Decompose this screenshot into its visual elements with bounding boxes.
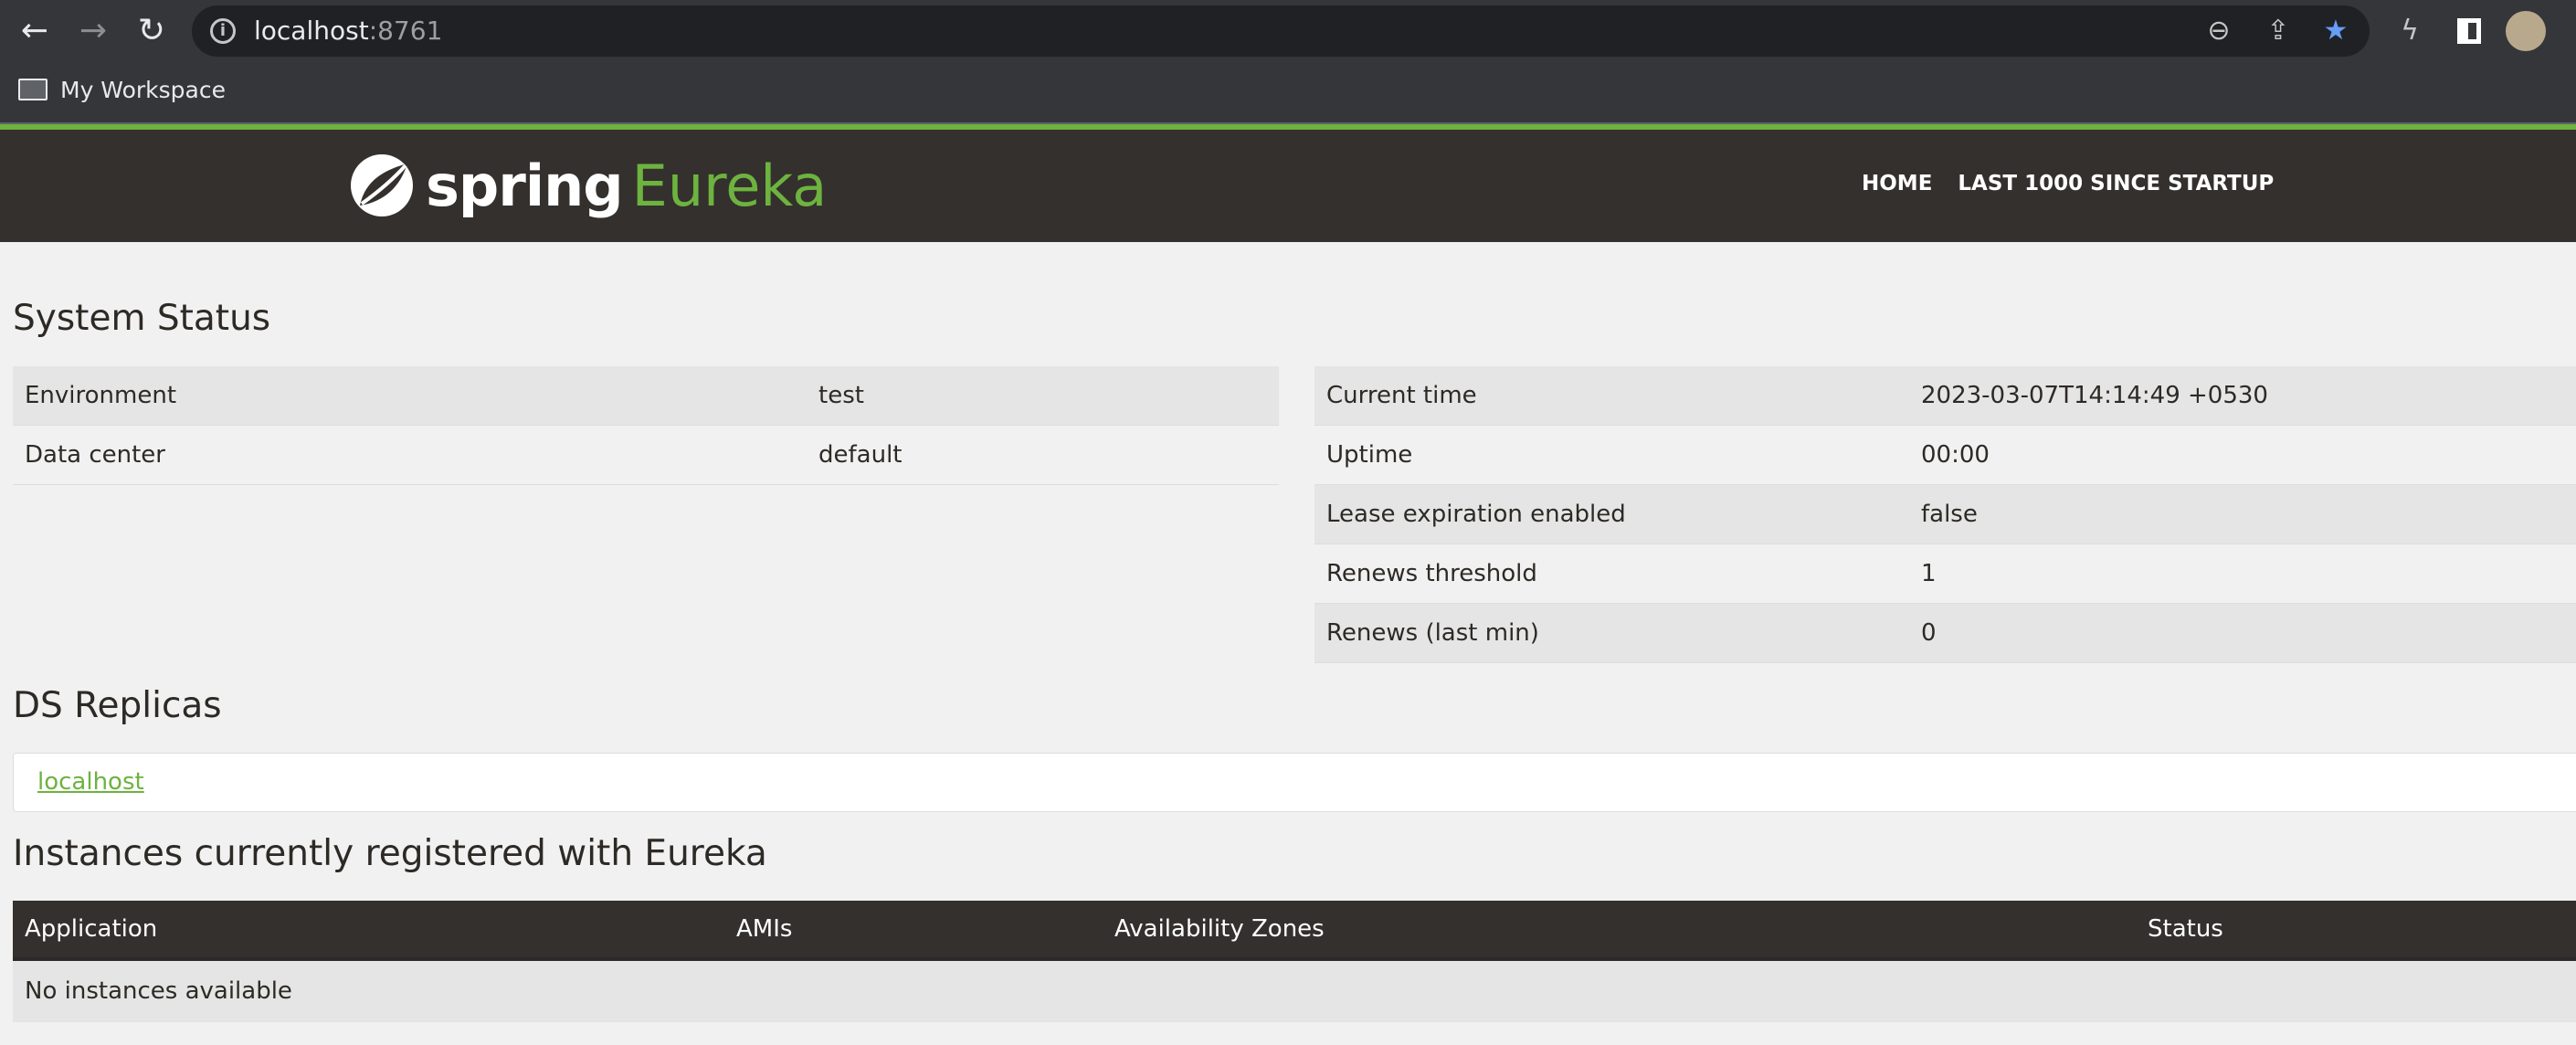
table-row: Renews (last min) 0 <box>1314 604 2576 663</box>
spring-eureka-logo[interactable]: spring Eureka <box>347 151 827 220</box>
nav-last-1000[interactable]: LAST 1000 SINCE STARTUP <box>1958 172 2274 195</box>
info-icon[interactable]: i <box>210 18 236 44</box>
folder-icon <box>18 79 48 100</box>
value: test <box>818 382 864 409</box>
spring-leaf-icon <box>351 154 413 216</box>
url-text[interactable]: localhost:8761 <box>254 13 442 49</box>
replica-list: localhost <box>13 753 2576 812</box>
replica-link[interactable]: localhost <box>37 768 144 796</box>
table-row: Current time 2023-03-07T14:14:49 +0530 <box>1314 366 2576 426</box>
system-status-title: System Status <box>13 298 271 339</box>
top-nav: HOME LAST 1000 SINCE STARTUP <box>1862 172 2274 195</box>
bookmark-star-icon[interactable]: ★ <box>2317 13 2354 49</box>
bookmark-folder[interactable]: My Workspace <box>18 71 226 108</box>
back-icon[interactable]: ← <box>16 13 53 49</box>
header-accent <box>0 122 2576 130</box>
address-bar[interactable] <box>192 5 2370 57</box>
empty-message: No instances available <box>25 977 292 1005</box>
label: Data center <box>25 441 165 469</box>
column-availability-zones: Availability Zones <box>1114 915 1325 943</box>
logo-spring: spring <box>426 152 624 219</box>
nav-home[interactable]: HOME <box>1862 172 1932 195</box>
column-status: Status <box>2148 915 2223 943</box>
logo-eureka: Eureka <box>631 152 828 219</box>
label: Renews threshold <box>1326 560 1537 587</box>
label: Uptime <box>1326 441 1413 469</box>
system-info-left: Environment test Data center default <box>13 366 1279 485</box>
forward-icon[interactable]: → <box>75 13 111 49</box>
value: default <box>818 441 903 469</box>
value: 0 <box>1921 619 1937 647</box>
instances-title: Instances currently registered with Eure… <box>13 833 767 874</box>
system-info-right: Current time 2023-03-07T14:14:49 +0530 Up… <box>1314 366 2576 663</box>
label: Renews (last min) <box>1326 619 1539 647</box>
value: 2023-03-07T14:14:49 +0530 <box>1921 382 2268 409</box>
table-row: Data center default <box>13 426 1279 485</box>
avatar[interactable] <box>2506 11 2546 51</box>
label: Current time <box>1326 382 1477 409</box>
ds-replicas-title: DS Replicas <box>13 685 222 726</box>
bookmark-label: My Workspace <box>60 76 226 103</box>
url-host: localhost <box>254 16 369 46</box>
column-application: Application <box>25 915 158 943</box>
instances-table: Application AMIs Availability Zones Stat… <box>13 901 2576 1022</box>
table-row: Environment test <box>13 366 1279 426</box>
table-header: Application AMIs Availability Zones Stat… <box>13 901 2576 961</box>
label: Lease expiration enabled <box>1326 501 1626 528</box>
table-row: Renews threshold 1 <box>1314 544 2576 604</box>
table-row: No instances available <box>13 961 2576 1022</box>
label: Environment <box>25 382 177 409</box>
extension-icon[interactable]: ϟ <box>2391 13 2428 49</box>
column-amis: AMIs <box>736 915 793 943</box>
side-panel-icon[interactable] <box>2457 18 2481 44</box>
zoom-icon[interactable]: ⊖ <box>2201 13 2237 49</box>
reload-icon[interactable]: ↻ <box>133 13 170 49</box>
url-port: :8761 <box>368 16 443 46</box>
share-icon[interactable]: ⇪ <box>2260 13 2296 49</box>
table-row: Uptime 00:00 <box>1314 426 2576 485</box>
value: 1 <box>1921 560 1937 587</box>
value: 00:00 <box>1921 441 1990 469</box>
value: false <box>1921 501 1978 528</box>
table-row: Lease expiration enabled false <box>1314 485 2576 544</box>
